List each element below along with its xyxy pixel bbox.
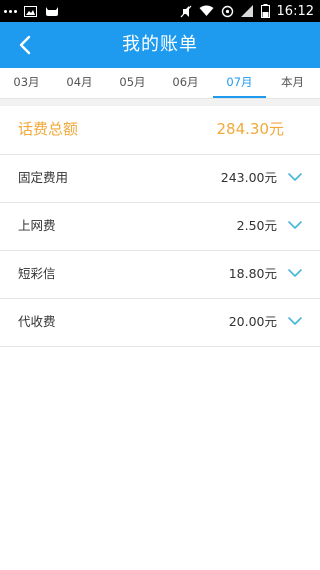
page-title: 我的账单 (122, 34, 198, 55)
bill-item-fixed-fee[interactable]: 固定费用 243.00元 (0, 155, 320, 203)
tab-07[interactable]: 07月 (213, 68, 266, 98)
status-bar: 16:12 (0, 0, 320, 22)
back-button[interactable] (14, 33, 38, 57)
bill-item-value: 243.00元 (220, 170, 277, 185)
image-icon (24, 5, 37, 17)
chevron-down-icon[interactable] (288, 220, 302, 230)
wifi-icon (199, 5, 214, 16)
status-time: 16:12 (276, 3, 314, 19)
app-header: 我的账单 (0, 22, 320, 68)
battery-icon (260, 4, 270, 18)
chevron-down-icon[interactable] (288, 172, 302, 182)
month-tabs: 03月 04月 05月 06月 07月 本月 (0, 68, 320, 99)
bill-item-value: 2.50元 (236, 218, 277, 233)
bill-item-label: 上网费 (18, 218, 56, 233)
bill-item-label: 短彩信 (18, 266, 56, 281)
bill-item-data-fee[interactable]: 上网费 2.50元 (0, 203, 320, 251)
bill-item-label: 固定费用 (18, 170, 69, 185)
cat-icon (46, 7, 58, 16)
chevron-down-icon[interactable] (288, 268, 302, 278)
bill-item-sms-mms[interactable]: 短彩信 18.80元 (0, 251, 320, 299)
total-row: 话费总额 284.30元 (0, 106, 320, 155)
chevron-down-icon[interactable] (288, 316, 302, 326)
sync-icon (221, 5, 233, 17)
tab-05[interactable]: 05月 (106, 68, 159, 98)
total-value: 284.30元 (216, 120, 285, 138)
more-dots-icon (4, 9, 17, 13)
signal-icon (240, 5, 253, 17)
bill-item-value: 18.80元 (228, 266, 277, 281)
bill-item-collection-fee[interactable]: 代收费 20.00元 (0, 299, 320, 347)
bill-item-value: 20.00元 (228, 314, 277, 329)
tab-06[interactable]: 06月 (159, 68, 212, 98)
total-label: 话费总额 (18, 120, 79, 138)
mute-icon (180, 5, 191, 17)
tab-03[interactable]: 03月 (0, 68, 53, 98)
tab-04[interactable]: 04月 (53, 68, 106, 98)
tab-current-month[interactable]: 本月 (266, 68, 319, 98)
bill-item-label: 代收费 (18, 314, 56, 329)
section-divider (0, 99, 320, 106)
active-tab-indicator (213, 96, 266, 98)
